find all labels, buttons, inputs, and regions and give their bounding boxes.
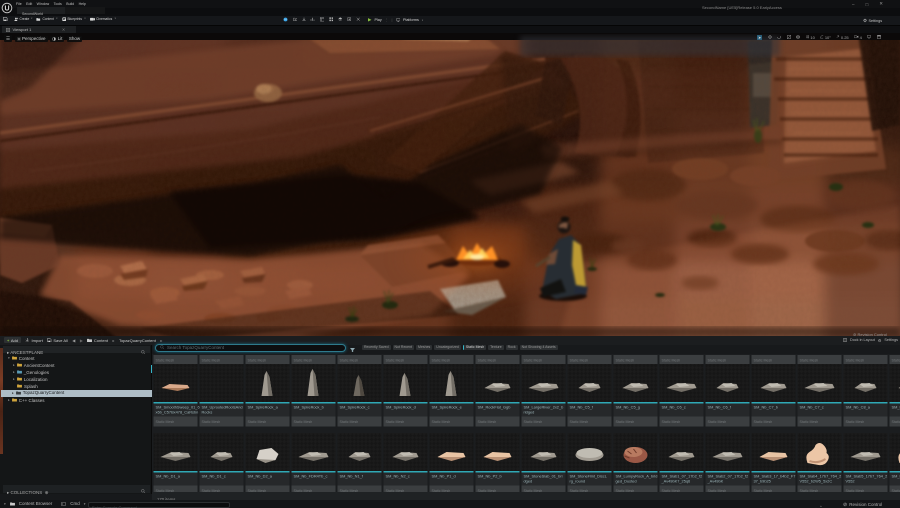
svg-text:Static Mesh: Static Mesh	[248, 359, 267, 363]
svg-text:SM_Nb_C8_c: SM_Nb_C8_c	[892, 405, 900, 410]
svg-text:Static Mesh: Static Mesh	[846, 420, 865, 424]
svg-text:V552: V552	[846, 479, 855, 484]
svg-text:dged: dged	[524, 479, 533, 484]
svg-text:V552_b2W5_5x2C: V552_b2W5_5x2C	[800, 479, 833, 484]
svg-text:SM_SpireRock_c: SM_SpireRock_c	[340, 405, 370, 410]
svg-text:ged_Dusted: ged_Dusted	[616, 479, 637, 484]
svg-text:SM_SpireRock_d: SM_SpireRock_d	[386, 405, 416, 410]
svg-text:SM_Nb_P1_d: SM_Nb_P1_d	[432, 474, 456, 479]
svg-text:x6b_C57Bx478_CaRsbn: x6b_C57Bx478_CaRsbn	[156, 410, 199, 415]
svg-text:Static Mesh: Static Mesh	[524, 420, 543, 424]
svg-text:Static Mesh: Static Mesh	[478, 359, 497, 363]
svg-text:SM_Nb_C6_c: SM_Nb_C6_c	[662, 405, 686, 410]
svg-text:Static Mesh: Static Mesh	[800, 359, 819, 363]
svg-text:Static Mesh: Static Mesh	[570, 420, 589, 424]
svg-text:37_b9b25: 37_b9b25	[754, 479, 771, 484]
svg-text:SM_Nb_N1_f: SM_Nb_N1_f	[340, 474, 364, 479]
svg-text:Static Mesh: Static Mesh	[754, 420, 773, 424]
svg-text:Static Mesh: Static Mesh	[616, 359, 635, 363]
svg-text:Static Mesh: Static Mesh	[708, 420, 727, 424]
svg-text:Static Mesh: Static Mesh	[432, 420, 451, 424]
svg-text:Static Mesh: Static Mesh	[294, 420, 313, 424]
svg-text:Static Mesh: Static Mesh	[754, 359, 773, 363]
svg-text:Static Mesh: Static Mesh	[708, 359, 727, 363]
svg-text:Static Mesh: Static Mesh	[478, 420, 497, 424]
svg-text:_Av49bK: _Av49bK	[707, 479, 724, 484]
svg-text:U: U	[4, 6, 9, 13]
svg-text:ridged: ridged	[524, 410, 535, 415]
svg-text:Static Mesh: Static Mesh	[202, 359, 221, 363]
svg-text:Static Mesh: Static Mesh	[156, 420, 175, 424]
svg-text:SM_Nb_C7_c: SM_Nb_C7_c	[800, 405, 824, 410]
svg-text:Static Mesh: Static Mesh	[156, 359, 175, 363]
svg-text:SM_SpireRock_e: SM_SpireRock_e	[432, 405, 462, 410]
svg-text:SM_Nb_FDR4Tb_c: SM_Nb_FDR4Tb_c	[294, 474, 328, 479]
svg-text:Static Mesh: Static Mesh	[524, 359, 543, 363]
svg-text:Static Mesh: Static Mesh	[846, 359, 865, 363]
svg-text:SM_SpireRock_a: SM_SpireRock_a	[248, 405, 279, 410]
svg-text:rg_round: rg_round	[570, 479, 586, 484]
svg-text:Rocks: Rocks	[202, 410, 213, 415]
svg-text:Static Mesh: Static Mesh	[248, 420, 267, 424]
svg-text:SM_RockFlat_Ggb: SM_RockFlat_Ggb	[478, 405, 511, 410]
svg-text:SM_SpireRock_b: SM_SpireRock_b	[294, 405, 324, 410]
svg-text:Static Mesh: Static Mesh	[800, 420, 819, 424]
svg-text:SM_RockBlob_Peach_A: SM_RockBlob_Peach_A	[892, 474, 900, 479]
svg-text:SM_Nb_C7_b: SM_Nb_C7_b	[754, 405, 778, 410]
svg-text:SM_Nb_D2_a: SM_Nb_D2_a	[248, 474, 273, 479]
svg-text:Static Mesh: Static Mesh	[570, 359, 589, 363]
svg-text:SM_Nb_P2_b: SM_Nb_P2_b	[478, 474, 502, 479]
svg-text:SM_Nb_C5_f: SM_Nb_C5_f	[570, 405, 594, 410]
svg-text:Static Mesh: Static Mesh	[662, 420, 681, 424]
svg-text:Static Mesh: Static Mesh	[386, 420, 405, 424]
svg-text:SM_Nb_C6_f: SM_Nb_C6_f	[708, 405, 732, 410]
svg-text:SM_Nb_C8_a: SM_Nb_C8_a	[846, 405, 871, 410]
svg-text:Static Mesh: Static Mesh	[386, 359, 405, 363]
svg-text:Static Mesh: Static Mesh	[662, 359, 681, 363]
svg-text:SM_Nb_D1_a: SM_Nb_D1_a	[156, 474, 181, 479]
svg-text:Static Mesh: Static Mesh	[616, 420, 635, 424]
svg-text:Static Mesh: Static Mesh	[202, 420, 221, 424]
svg-text:SM_Nb_N2_c: SM_Nb_N2_c	[386, 474, 410, 479]
svg-text:Static Mesh: Static Mesh	[432, 359, 451, 363]
svg-text:Static Mesh: Static Mesh	[340, 420, 359, 424]
svg-text:Static Mesh: Static Mesh	[294, 359, 313, 363]
svg-text:SM_Nb_C5_g: SM_Nb_C5_g	[616, 405, 640, 410]
svg-text:Static Mesh: Static Mesh	[892, 420, 900, 424]
svg-text:_Av49bK7_25q6: _Av49bK7_25q6	[661, 479, 691, 484]
svg-text:SM_Nb_D1_c: SM_Nb_D1_c	[202, 474, 226, 479]
svg-text:Static Mesh: Static Mesh	[340, 359, 359, 363]
svg-text:Static Mesh: Static Mesh	[892, 359, 900, 363]
